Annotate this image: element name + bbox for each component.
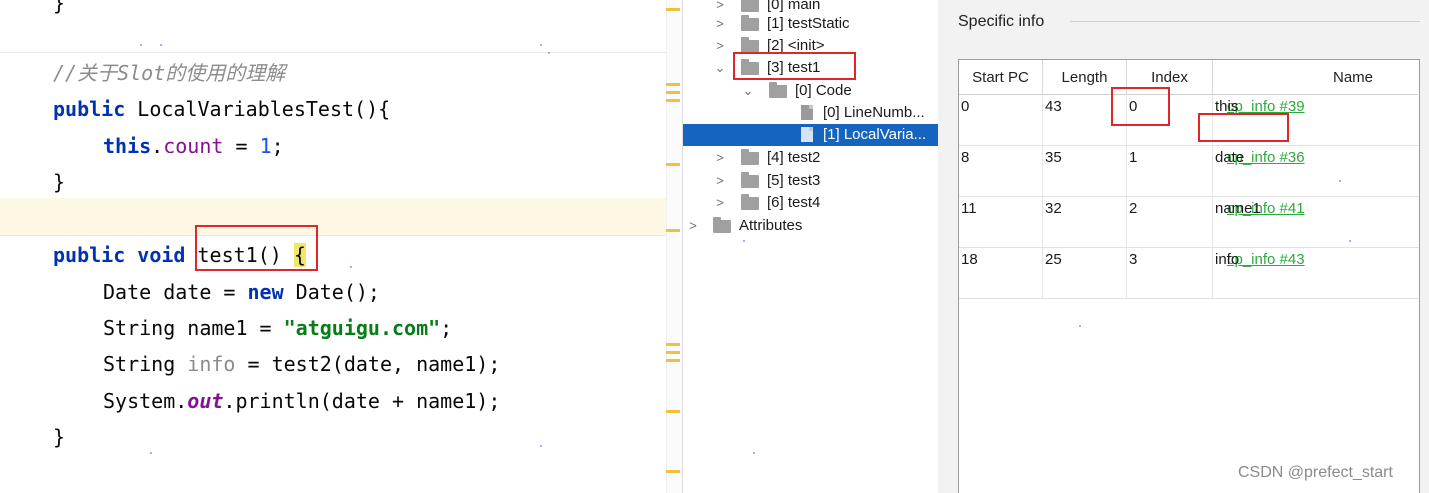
tree-node-code[interactable]: ⌄ [0] Code: [683, 80, 939, 102]
table-row[interactable]: 8 35 1 cp_info #36 date: [959, 146, 1419, 197]
table-row[interactable]: 18 25 3 cp_info #43 info: [959, 248, 1419, 299]
artifact-dot: [1339, 180, 1341, 182]
folder-icon: [741, 194, 759, 210]
annotation-box-index-0: [1111, 87, 1170, 126]
marker-stripe[interactable]: [666, 343, 680, 346]
watermark: CSDN @prefect_start: [1238, 464, 1393, 481]
artifact-dot: [160, 44, 162, 46]
artifact-dot: [1349, 240, 1351, 242]
cell-index: 2: [1129, 200, 1138, 217]
marker-stripe[interactable]: [666, 410, 680, 413]
table-row[interactable]: 0 43 0 cp_info #39 this: [959, 95, 1419, 146]
cell-start-pc: 8: [961, 149, 970, 166]
marker-stripe[interactable]: [666, 229, 680, 232]
cell-start-pc: 11: [961, 200, 977, 217]
specific-info-panel: Specific info Start PC Length Index Name…: [938, 0, 1429, 493]
chevron-right-icon[interactable]: >: [714, 35, 726, 57]
marker-stripe[interactable]: [666, 99, 680, 102]
chevron-down-icon[interactable]: ⌄: [742, 80, 754, 102]
chevron-right-icon[interactable]: >: [714, 147, 726, 169]
variable-name: info: [1215, 251, 1240, 268]
marker-stripe[interactable]: [666, 359, 680, 362]
column-header-start-pc[interactable]: Start PC: [959, 60, 1043, 95]
title-divider: [1070, 21, 1420, 22]
chevron-right-icon[interactable]: >: [714, 13, 726, 35]
folder-icon: [741, 172, 759, 188]
cell-length: 43: [1045, 98, 1062, 115]
chevron-down-icon[interactable]: ⌄: [714, 57, 726, 79]
tree-node-testStatic[interactable]: > [1] testStatic: [683, 13, 939, 35]
cell-index: 3: [1129, 251, 1138, 268]
variable-name: date: [1215, 149, 1245, 166]
class-structure-tree[interactable]: > [0] main > [1] testStatic > [2] <init>…: [682, 0, 939, 493]
marker-stripe[interactable]: [666, 351, 680, 354]
code-line-name1: String name1 = "atguigu.com";: [103, 316, 453, 340]
panel-title: Specific info: [958, 13, 1045, 30]
chevron-right-icon[interactable]: >: [714, 170, 726, 192]
marker-stripe[interactable]: [666, 470, 680, 473]
file-icon: [801, 105, 813, 120]
code-line-prev-close: }: [53, 0, 66, 15]
file-icon: [801, 127, 813, 142]
tree-node-test3[interactable]: > [5] test3: [683, 170, 939, 192]
local-variable-table[interactable]: Start PC Length Index Name 0 43 0 cp_inf…: [958, 59, 1420, 493]
tree-node-test2[interactable]: > [4] test2: [683, 147, 939, 169]
marker-stripe[interactable]: [666, 83, 680, 86]
tree-node-linenumber[interactable]: [0] LineNumb...: [683, 102, 939, 124]
folder-icon: [741, 149, 759, 165]
artifact-dot: [140, 44, 142, 46]
chevron-right-icon[interactable]: >: [687, 215, 699, 237]
method-separator: [0, 235, 666, 236]
marker-stripe[interactable]: [666, 163, 680, 166]
artifact-dot: [753, 452, 755, 454]
marker-stripe[interactable]: [666, 8, 680, 11]
artifact-dot: [540, 44, 542, 46]
annotation-box-tree-test1: [733, 52, 856, 80]
artifact-dot: [743, 240, 745, 242]
artifact-dot: [150, 452, 152, 454]
code-line-constructor: public LocalVariablesTest(){: [53, 97, 391, 121]
cell-length: 32: [1045, 200, 1062, 217]
code-line-info: String info = test2(date, name1);: [103, 352, 501, 376]
cell-length: 25: [1045, 251, 1062, 268]
marker-stripe[interactable]: [666, 91, 680, 94]
code-line-this-count: this.count = 1;: [103, 134, 284, 158]
cell-start-pc: 18: [961, 251, 978, 268]
folder-icon: [741, 0, 759, 12]
artifact-dot: [548, 52, 550, 54]
editor-scrollbar[interactable]: [666, 0, 682, 493]
column-header-name[interactable]: Name: [1213, 60, 1418, 95]
caret-line-highlight: [0, 198, 666, 235]
artifact-dot: [1079, 325, 1081, 327]
cell-start-pc: 0: [961, 98, 970, 115]
cell-length: 35: [1045, 149, 1062, 166]
variable-name: name1: [1215, 200, 1261, 217]
code-line-date: Date date = new Date();: [103, 280, 380, 304]
folder-icon: [741, 15, 759, 31]
code-line-method-close: }: [53, 425, 66, 449]
chevron-right-icon[interactable]: >: [714, 192, 726, 214]
tree-node-attributes[interactable]: > Attributes: [683, 215, 939, 237]
code-comment: //关于Slot的使用的理解: [53, 61, 286, 85]
code-line-println: System.out.println(date + name1);: [103, 389, 501, 413]
annotation-box-test1: [195, 225, 318, 271]
artifact-dot: [350, 266, 352, 268]
code-editor[interactable]: } //关于Slot的使用的理解 public LocalVariablesTe…: [0, 0, 682, 493]
annotation-box-this: [1198, 113, 1289, 142]
tree-node-localvariable[interactable]: [1] LocalVaria...: [683, 124, 939, 146]
tree-node-test4[interactable]: > [6] test4: [683, 192, 939, 214]
method-separator: [0, 52, 666, 53]
folder-icon: [769, 82, 787, 98]
folder-icon: [713, 217, 731, 233]
cell-index: 1: [1129, 149, 1138, 166]
code-line-ctor-close: }: [53, 170, 66, 194]
artifact-dot: [540, 445, 542, 447]
